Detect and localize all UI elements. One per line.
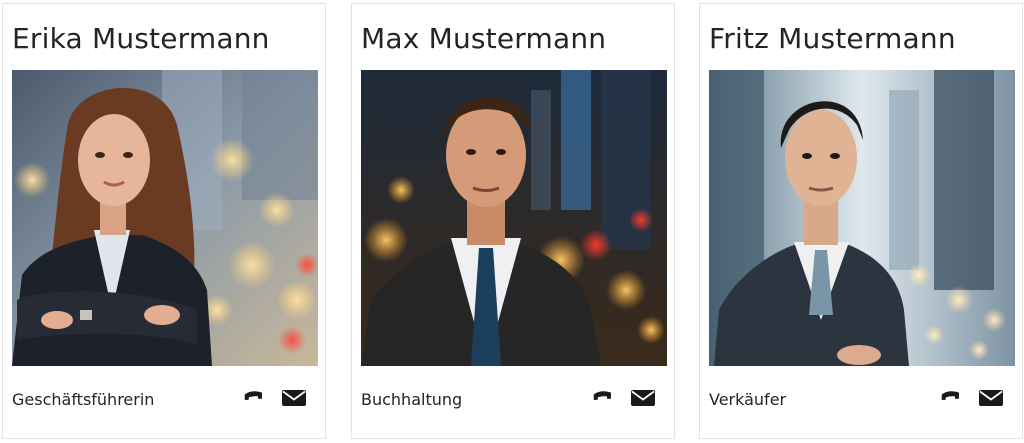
envelope-icon-glyph	[282, 390, 306, 406]
team-card: Max Mustermann Buchhaltung	[351, 3, 675, 439]
envelope-icon[interactable]	[977, 384, 1005, 412]
phone-icon-glyph	[941, 391, 959, 400]
person-name: Fritz Mustermann	[709, 22, 956, 55]
phone-icon[interactable]	[238, 384, 266, 412]
phone-icon-glyph	[244, 391, 262, 400]
card-footer: Buchhaltung	[361, 382, 665, 416]
envelope-icon-glyph	[979, 390, 1003, 406]
portrait-man-image	[361, 70, 667, 366]
envelope-icon-glyph	[631, 390, 655, 406]
contact-actions	[935, 384, 1005, 412]
person-role: Verkäufer	[709, 390, 787, 409]
portrait-man-image	[709, 70, 1015, 366]
person-photo	[709, 70, 1015, 366]
contact-actions	[238, 384, 308, 412]
person-photo	[12, 70, 318, 366]
contact-actions	[587, 384, 657, 412]
person-name: Erika Mustermann	[12, 22, 270, 55]
portrait-woman-image	[12, 70, 318, 366]
team-card: Fritz Mustermann Verkäufer	[699, 3, 1023, 439]
envelope-icon[interactable]	[629, 384, 657, 412]
person-name: Max Mustermann	[361, 22, 607, 55]
team-page: Erika Mustermann Geschäftsführerin Max M…	[0, 0, 1024, 443]
phone-icon[interactable]	[587, 384, 615, 412]
phone-icon[interactable]	[935, 384, 963, 412]
envelope-icon[interactable]	[280, 384, 308, 412]
team-card: Erika Mustermann Geschäftsführerin	[2, 3, 326, 439]
person-role: Geschäftsführerin	[12, 390, 155, 409]
card-footer: Geschäftsführerin	[12, 382, 316, 416]
person-photo	[361, 70, 667, 366]
phone-icon-glyph	[593, 391, 611, 400]
person-role: Buchhaltung	[361, 390, 463, 409]
card-footer: Verkäufer	[709, 382, 1013, 416]
